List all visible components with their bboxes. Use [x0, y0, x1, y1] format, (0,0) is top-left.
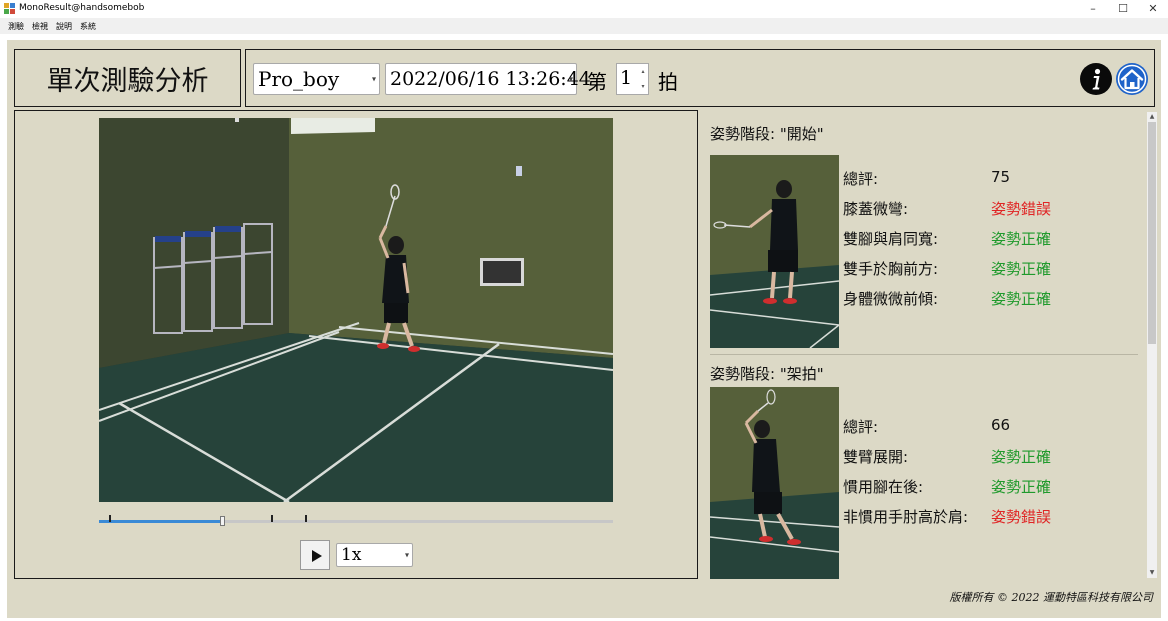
video-panel: 1x ▾ [14, 110, 698, 579]
chevron-down-icon: ▾ [371, 74, 376, 84]
menu-help[interactable]: 說明 [56, 21, 72, 32]
play-icon [312, 550, 322, 562]
player-select[interactable]: Pro_boy ▾ [253, 63, 380, 95]
stroke-number-value: 1 [620, 67, 633, 89]
spin-down-icon[interactable]: ▾ [639, 80, 647, 93]
video-frame[interactable] [99, 118, 613, 502]
app-icon [4, 3, 15, 14]
phase2-overall-value: 66 [991, 416, 1011, 434]
phase1-item-result: 姿勢正確 [991, 260, 1052, 278]
phase1-item-result: 姿勢正確 [991, 230, 1052, 248]
scroll-up-icon[interactable]: ▲ [1147, 112, 1157, 122]
chevron-down-icon: ▾ [568, 74, 573, 84]
copyright-text: 版權所有 © 2022 運動特區科技有限公司 [949, 591, 1153, 604]
phase-marker[interactable] [304, 515, 307, 522]
phase1-item-label: 雙手於胸前方: [843, 260, 939, 278]
stroke-prefix-label: 第 [587, 70, 607, 94]
timeline-slider[interactable] [99, 515, 613, 526]
speed-select[interactable]: 1x ▾ [336, 543, 413, 567]
maximize-button[interactable]: ☐ [1108, 0, 1138, 18]
analysis-panel: 姿勢階段: "開始" 總評: 75 膝蓋微彎: 姿勢錯誤 雙腳與肩同寬: 姿勢正… [702, 110, 1155, 579]
window-titlebar: MonoResult@handsomebob – ☐ ✕ [0, 0, 1168, 18]
scrollbar-thumb[interactable] [1148, 122, 1156, 344]
phase1-item-result: 姿勢錯誤 [991, 200, 1052, 218]
scroll-down-icon[interactable]: ▼ [1147, 568, 1157, 578]
speed-select-value: 1x [341, 545, 362, 565]
phase2-item-label: 慣用腳在後: [843, 478, 924, 496]
datetime-select-value: 2022/06/16 13:26:44 [390, 68, 591, 90]
datetime-select[interactable]: 2022/06/16 13:26:44 ▾ [385, 63, 591, 95]
phase-image [710, 155, 839, 348]
info-icon[interactable] [1079, 62, 1113, 96]
phase1-overall-label: 總評: [843, 170, 879, 188]
menu-view[interactable]: 檢視 [32, 21, 48, 32]
close-button[interactable]: ✕ [1138, 0, 1168, 18]
play-button[interactable] [300, 540, 330, 570]
analysis-scrollbar[interactable]: ▲ ▼ [1147, 112, 1157, 578]
phase-title: 姿勢階段: "架拍" [710, 365, 824, 383]
phase2-item-result: 姿勢正確 [991, 478, 1052, 496]
timeline-thumb[interactable] [220, 516, 226, 526]
phase-marker[interactable] [271, 515, 274, 522]
title-panel: 單次測驗分析 [14, 49, 241, 107]
phase-marker[interactable] [109, 515, 112, 522]
app-main: 單次測驗分析 Pro_boy ▾ 2022/06/16 13:26:44 ▾ 第… [7, 40, 1161, 618]
phase1-item-result: 姿勢正確 [991, 290, 1052, 308]
player-select-value: Pro_boy [258, 67, 340, 91]
page-title: 單次測驗分析 [46, 65, 209, 97]
phase2-item-result: 姿勢錯誤 [991, 508, 1052, 526]
timeline-progress [99, 520, 223, 523]
phase-divider [710, 354, 1138, 355]
home-icon[interactable] [1115, 62, 1149, 96]
phase-title: 姿勢階段: "開始" [710, 125, 824, 143]
stroke-suffix-label: 拍 [658, 70, 678, 94]
phase1-item-label: 膝蓋微彎: [843, 200, 909, 218]
minimize-button[interactable]: – [1078, 0, 1108, 18]
phase2-item-label: 雙臂展開: [843, 448, 909, 466]
stroke-number-spinbox[interactable]: 1 ▴ ▾ [616, 63, 649, 95]
menu-measure[interactable]: 測驗 [8, 21, 24, 32]
phase1-item-label: 雙腳與肩同寬: [843, 230, 939, 248]
menu-bar: 測驗 檢視 說明 系統 [0, 18, 1168, 34]
phase1-overall-value: 75 [991, 168, 1011, 186]
spin-up-icon[interactable]: ▴ [639, 65, 647, 78]
phase-image [710, 387, 839, 579]
chevron-down-icon: ▾ [404, 550, 409, 560]
phase1-item-label: 身體微微前傾: [843, 290, 939, 308]
window-title: MonoResult@handsomebob [19, 3, 145, 13]
phase2-overall-label: 總評: [843, 418, 879, 436]
phase2-item-result: 姿勢正確 [991, 448, 1052, 466]
controls-panel: Pro_boy ▾ 2022/06/16 13:26:44 ▾ 第 1 ▴ ▾ … [245, 49, 1155, 107]
menu-system[interactable]: 系統 [80, 21, 96, 32]
phase2-item-label: 非慣用手肘高於肩: [843, 508, 969, 526]
